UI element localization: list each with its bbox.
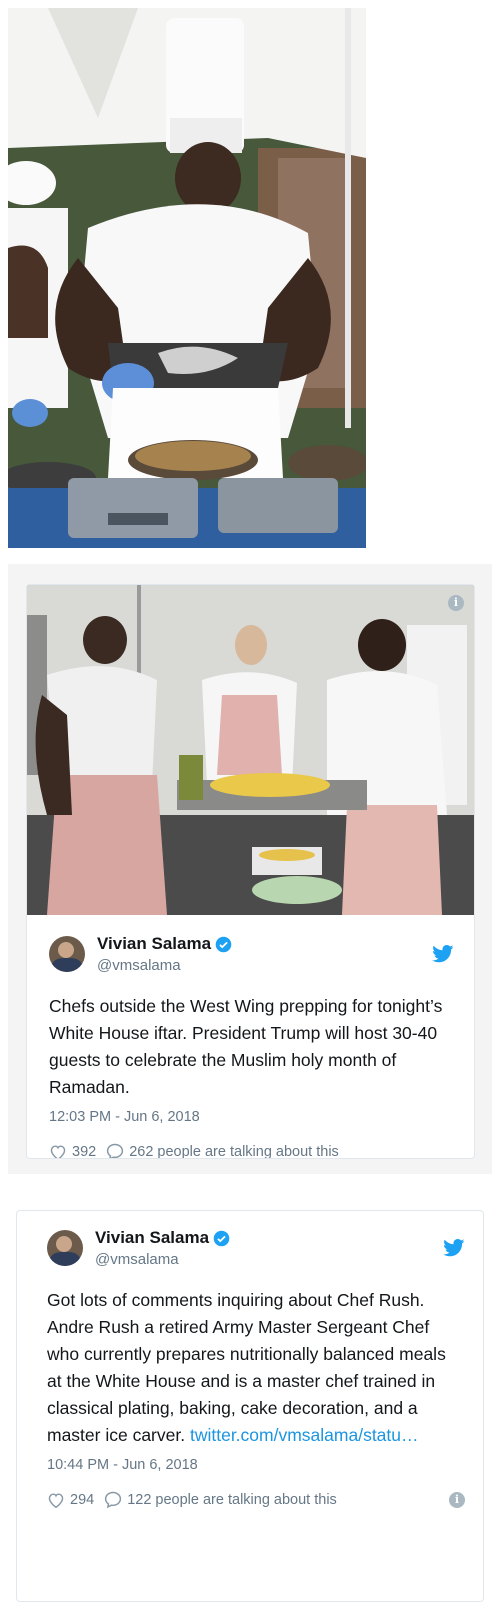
author-handle[interactable]: @vmsalama <box>97 957 432 974</box>
reply-bubble-icon <box>105 1491 122 1508</box>
tweet-card-2[interactable]: Vivian Salama @vmsalama Got lots of comm… <box>16 1210 484 1602</box>
twitter-bird-icon[interactable] <box>432 945 454 963</box>
verified-badge-icon <box>213 1230 230 1246</box>
heart-icon <box>48 1492 64 1508</box>
verified-badge-icon <box>215 936 232 952</box>
avatar[interactable] <box>49 936 85 972</box>
reply-button[interactable]: 262 people are talking about this <box>106 1143 339 1159</box>
reply-button[interactable]: 122 people are talking about this <box>104 1491 337 1508</box>
like-count: 294 <box>70 1491 95 1508</box>
talking-count: 122 people are talking about this <box>127 1491 337 1508</box>
like-button[interactable]: 392 <box>49 1143 97 1159</box>
author-handle[interactable]: @vmsalama <box>95 1251 443 1268</box>
author-name[interactable]: Vivian Salama <box>97 934 211 954</box>
talking-count: 262 people are talking about this <box>129 1143 339 1159</box>
tweet-embed-panel-1: i Vivian Salama @vmsalama Chefs outside … <box>8 564 492 1174</box>
tweet-timestamp[interactable]: 10:44 PM - Jun 6, 2018 <box>47 1457 465 1473</box>
tweet-text: Chefs outside the West Wing prepping for… <box>49 996 443 1097</box>
tweet-photo-chefs-west-wing[interactable]: i <box>27 585 474 915</box>
info-icon[interactable]: i <box>449 1492 465 1508</box>
like-count: 392 <box>72 1143 97 1159</box>
avatar[interactable] <box>47 1230 83 1266</box>
heart-icon <box>50 1144 66 1158</box>
like-button[interactable]: 294 <box>47 1492 94 1508</box>
chef-cooking-photo <box>8 8 366 548</box>
tweet-embed-panel-2: Vivian Salama @vmsalama Got lots of comm… <box>8 1190 492 1610</box>
tweet-timestamp[interactable]: 12:03 PM - Jun 6, 2018 <box>49 1109 454 1125</box>
author-name[interactable]: Vivian Salama <box>95 1228 209 1248</box>
info-icon[interactable]: i <box>448 595 464 611</box>
tweet-card-1[interactable]: i Vivian Salama @vmsalama Chefs outside … <box>26 584 475 1159</box>
tweet-text-body: Got lots of comments inquiring about Che… <box>47 1290 446 1445</box>
tweet-link[interactable]: twitter.com/vmsalama/statu… <box>190 1425 419 1445</box>
twitter-bird-icon[interactable] <box>443 1239 465 1257</box>
tweet-text: Got lots of comments inquiring about Che… <box>47 1287 465 1449</box>
reply-bubble-icon <box>107 1143 124 1158</box>
